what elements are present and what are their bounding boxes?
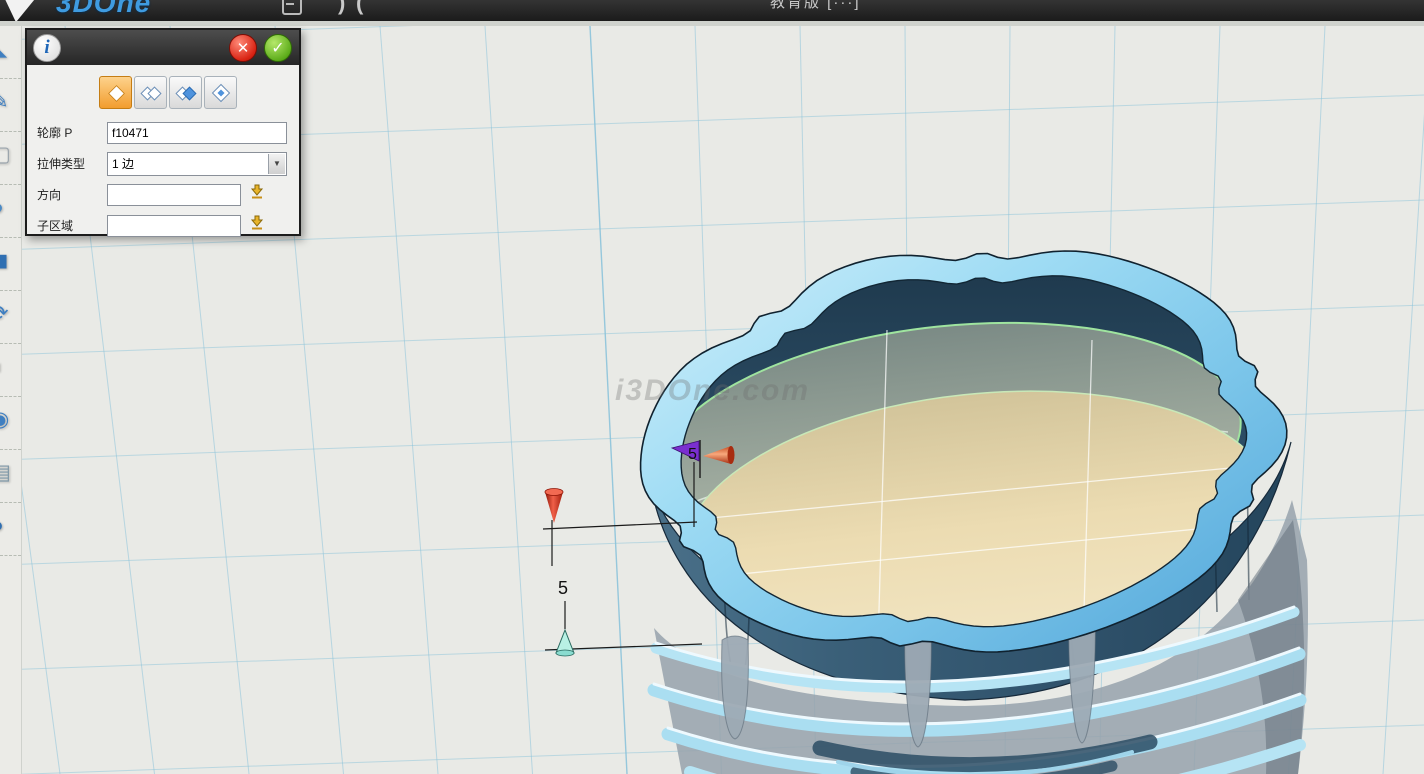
sidebar-tool-special-shapes[interactable]: ◕ bbox=[0, 185, 21, 238]
window-title: 教育版 [···] bbox=[770, 0, 861, 12]
basic-edit-icon: ◼ bbox=[0, 250, 8, 271]
profile-input[interactable] bbox=[107, 122, 287, 144]
special-shapes-icon: ◕ bbox=[0, 197, 4, 218]
profile-label: 轮廓 P bbox=[37, 124, 107, 141]
material-icon: ● bbox=[0, 515, 4, 536]
watermark: i3DOne.com bbox=[615, 374, 810, 407]
extrude-two-sides-button[interactable] bbox=[134, 76, 167, 109]
extrude-type-select[interactable]: 1 边 ▼ bbox=[107, 152, 287, 176]
arc-left-icon[interactable]: ) bbox=[338, 0, 345, 16]
subregion-input[interactable] bbox=[107, 215, 241, 237]
extrude-one-side-button[interactable] bbox=[99, 76, 132, 109]
measure-icon: ▤ bbox=[0, 462, 11, 483]
app-logo: 3DOne bbox=[56, 0, 151, 19]
document-icon[interactable] bbox=[282, 0, 302, 15]
sidebar-tool-measure[interactable]: ▤ bbox=[0, 450, 21, 503]
extrude-drag-handle-red[interactable] bbox=[545, 492, 563, 523]
start-marker-cyan-cone[interactable] bbox=[556, 630, 574, 653]
extrude-type-row: 拉伸类型 1 边 ▼ bbox=[37, 148, 299, 179]
deform-icon: ◉ bbox=[0, 409, 9, 430]
sidebar-tool-basic-edit[interactable]: ◼ bbox=[0, 238, 21, 291]
direction-label: 方向 bbox=[37, 186, 107, 203]
sketch-edit-icon: ▢ bbox=[0, 144, 11, 165]
sidebar-tool-basic-solids[interactable]: ◣ bbox=[0, 26, 21, 79]
info-icon: i bbox=[33, 34, 61, 62]
orange-cone-base bbox=[728, 446, 735, 464]
two-diamonds-icon bbox=[140, 82, 162, 104]
title-bar: 3DOne ) ( 教育版 [···] bbox=[0, 0, 1424, 21]
extrude-dialog: i ✕ ✓ 轮廓 bbox=[25, 28, 301, 236]
diamond-blue-diamond-icon bbox=[175, 82, 197, 104]
cancel-button[interactable]: ✕ bbox=[229, 34, 257, 62]
app-logo-mark bbox=[0, 0, 40, 21]
extrude-to-face-button[interactable] bbox=[204, 76, 237, 109]
subregion-pick-icon[interactable] bbox=[249, 215, 265, 236]
diamond-arrows-icon bbox=[210, 82, 232, 104]
toolbar-strip bbox=[0, 21, 1424, 26]
arc-right-icon[interactable]: ( bbox=[356, 0, 363, 16]
tool-sidebar: ◣ ✎ ▢ ◕ ◼ ⟳ ◖ ◉ ▤ ● bbox=[0, 26, 22, 774]
direction-pick-icon[interactable] bbox=[249, 184, 265, 205]
sidebar-tool-sketch-edit[interactable]: ▢ bbox=[0, 132, 21, 185]
profile-row: 轮廓 P bbox=[37, 117, 299, 148]
subregion-label: 子区域 bbox=[37, 217, 107, 234]
dialog-header: i ✕ ✓ bbox=[27, 30, 299, 65]
extrude-type-value: 1 边 bbox=[108, 155, 267, 172]
cyan-cone-base bbox=[556, 650, 574, 656]
extrude-type-buttons bbox=[99, 76, 299, 109]
confirm-button[interactable]: ✓ bbox=[264, 34, 292, 62]
offset-value: 5 bbox=[688, 446, 697, 463]
sidebar-tool-pattern[interactable]: ⟳ bbox=[0, 291, 21, 344]
sidebar-tool-material[interactable]: ● bbox=[0, 503, 21, 556]
combine-icon: ◖ bbox=[0, 356, 4, 377]
dropdown-arrow-icon[interactable]: ▼ bbox=[268, 154, 285, 174]
direction-input[interactable] bbox=[107, 184, 241, 206]
sketch-icon: ✎ bbox=[0, 91, 9, 112]
basic-solids-icon: ◣ bbox=[0, 38, 7, 59]
one-diamond-icon bbox=[105, 82, 127, 104]
sidebar-tool-sketch[interactable]: ✎ bbox=[0, 79, 21, 132]
extrude-symmetric-button[interactable] bbox=[169, 76, 202, 109]
sidebar-tool-deform[interactable]: ◉ bbox=[0, 397, 21, 450]
red-cone-base bbox=[545, 489, 563, 496]
extrude-type-label: 拉伸类型 bbox=[37, 155, 107, 172]
direction-row: 方向 bbox=[37, 179, 299, 210]
dimension-value: 5 bbox=[558, 578, 568, 598]
pattern-icon: ⟳ bbox=[0, 303, 9, 324]
sidebar-tool-combine[interactable]: ◖ bbox=[0, 344, 21, 397]
subregion-row: 子区域 bbox=[37, 210, 299, 241]
